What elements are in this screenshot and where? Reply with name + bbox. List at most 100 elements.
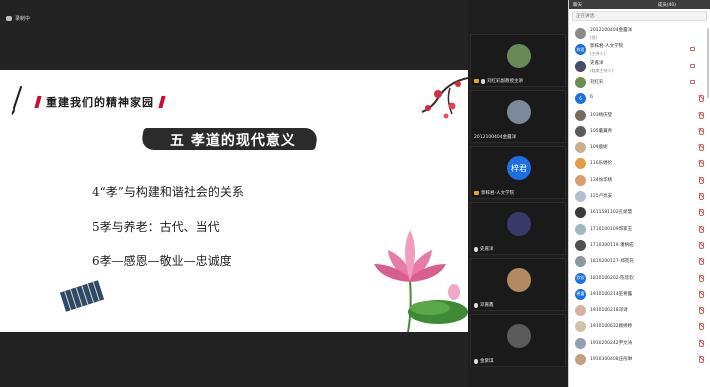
avatar [575, 305, 586, 317]
avatar [575, 223, 586, 235]
avatar [575, 158, 586, 170]
mic-muted-icon[interactable] [698, 323, 704, 331]
recording-indicator[interactable]: 录制中 [6, 15, 30, 22]
participant-name: 1910100214巫希露 [590, 291, 633, 297]
participant-name: 103杨庆登 [590, 112, 613, 118]
participant-row[interactable]: 史嘉洋 (联席主持人) [569, 59, 710, 75]
video-tile[interactable]: 金紫琪 [470, 314, 566, 367]
mic-muted-icon[interactable] [698, 290, 704, 298]
avatar [575, 109, 586, 121]
player-avatar-icon [507, 212, 531, 236]
mic-icon [481, 78, 485, 84]
mic-icon [474, 358, 478, 364]
participant-row[interactable]: 103杨庆登 [569, 108, 710, 124]
mic-muted-icon[interactable] [698, 193, 704, 200]
mic-muted-icon[interactable] [698, 307, 704, 315]
tile-label: 郭梓君-人文学院 [474, 190, 514, 196]
mic-muted-icon[interactable] [698, 258, 704, 266]
video-tile[interactable]: 2012100404金露洋 [470, 90, 566, 143]
participant-row[interactable]: 欣钦 1810100202-陈欣钦 [569, 271, 710, 287]
mic-muted-icon[interactable] [698, 160, 704, 168]
tile-label: 金紫琪 [474, 358, 494, 364]
shared-slide: 重建我们的精神家园 五 孝道的现代意义 4“孝”与构建和谐社会的关系 5孝与养老… [0, 70, 468, 332]
brush-icon [11, 86, 22, 115]
tile-name: 史嘉洋 [480, 247, 494, 252]
tab-chat[interactable]: 聊天 [573, 2, 582, 8]
video-tile[interactable]: 邓嘉鑫 [470, 258, 566, 311]
tab-members[interactable]: 成员(40) [658, 2, 676, 8]
mic-muted-icon[interactable] [698, 176, 704, 184]
avatar [575, 239, 586, 251]
mic-muted-icon[interactable] [698, 209, 704, 217]
camera-icon[interactable] [690, 63, 695, 68]
participant-row[interactable]: 109鹿妮 [569, 140, 710, 156]
avatar [575, 337, 586, 349]
figure-avatar-icon [507, 324, 531, 348]
lotus-image [374, 230, 468, 332]
participant-row[interactable]: 1710100109郭家玉 [569, 222, 710, 238]
scrollbar[interactable] [707, 28, 709, 98]
participant-name: 1910300408庄彤琳 [590, 357, 633, 362]
avatar [575, 321, 586, 333]
tile-name: 郭梓君-人文学院 [481, 191, 515, 196]
participant-row[interactable]: 希露 1910100214巫希露 [569, 287, 710, 303]
participant-name: 125卢亮安 [590, 194, 613, 199]
slide-point: 4“孝”与构建和谐社会的关系 [92, 185, 244, 199]
participant-row[interactable]: 1710300119 潘柄成 [569, 238, 710, 254]
recording-label: 录制中 [15, 16, 31, 22]
participant-row[interactable]: 刘红彩 [569, 75, 710, 91]
participant-row[interactable]: 梓君 郭梓君-人文学院 (主持人) [569, 42, 710, 58]
participant-row[interactable]: 1611581102孔娇慧 [569, 205, 710, 221]
video-tile[interactable]: 梓君 郭梓君-人文学院 [470, 146, 566, 199]
avatar [575, 354, 586, 365]
participant-name: 6 [590, 95, 593, 101]
tile-name: 2012100404金露洋 [474, 135, 517, 140]
video-tile[interactable]: 刘红彩副教授主讲 [470, 34, 566, 87]
participant-row[interactable]: 1910300408庄彤琳 [569, 352, 710, 368]
mic-muted-icon[interactable] [698, 356, 704, 363]
mic-muted-icon[interactable] [698, 241, 704, 249]
participant-row[interactable]: 66 [569, 91, 710, 107]
participant-row[interactable]: 134徐华杨 [569, 173, 710, 189]
video-tile[interactable]: 史嘉洋 [470, 202, 566, 255]
banner-mark-left [34, 96, 42, 108]
participant-row[interactable]: 1910100218邓诗 [569, 303, 710, 319]
slide-point: 5孝与养老：古代、当代 [92, 220, 220, 234]
mic-muted-icon[interactable] [698, 95, 704, 103]
mic-muted-icon[interactable] [698, 274, 704, 282]
participant-row[interactable]: 116乐婷伦 [569, 156, 710, 172]
mic-muted-icon[interactable] [698, 127, 704, 135]
mic-muted-icon[interactable] [698, 225, 704, 233]
mic-icon [474, 302, 478, 308]
participant-row[interactable]: 1910100632赖婷婷 [569, 319, 710, 335]
participant-row[interactable]: 125卢亮安 [569, 189, 710, 205]
mic-muted-icon[interactable] [698, 144, 704, 152]
camera-icon[interactable] [690, 47, 695, 52]
participant-name: 1910200242尹文涛 [590, 340, 633, 346]
participant-name: 2012100404金露洋 [590, 28, 633, 33]
participant-name: 1710100109郭家玉 [590, 226, 633, 232]
avatar [575, 76, 586, 88]
camera-icon[interactable] [690, 79, 695, 84]
participant-role: (我) [590, 35, 598, 40]
avatar [575, 60, 586, 72]
mic-muted-icon[interactable] [698, 111, 704, 119]
avatar [575, 125, 586, 137]
avatar: 希露 [575, 288, 586, 300]
cat-avatar-icon [507, 268, 531, 292]
participant-row[interactable]: 2012100404金露洋 (我) [569, 26, 710, 42]
search-input[interactable]: 正在讲话: [572, 11, 707, 21]
main-stage: 录制中 重建我们的精神家园 五 孝道的现代意义 4“孝”与构建和谐社会的关系 5… [0, 0, 468, 387]
participant-row[interactable]: 105董翼青 [569, 124, 710, 140]
mic-muted-icon[interactable] [698, 339, 704, 347]
mic-icon [474, 246, 478, 252]
avatar [575, 174, 586, 186]
participant-name: 刘红彩 [590, 79, 604, 85]
participant-name: 1810100202-陈欣钦 [590, 275, 634, 281]
participant-row[interactable]: 1810200127-郑宛充 [569, 254, 710, 270]
participant-name: 史嘉洋 [590, 60, 604, 66]
avatar [575, 28, 586, 39]
participant-row[interactable]: 1910200242尹文涛 [569, 336, 710, 352]
tile-label: 史嘉洋 [474, 246, 494, 252]
banner-mark-right [158, 96, 166, 108]
